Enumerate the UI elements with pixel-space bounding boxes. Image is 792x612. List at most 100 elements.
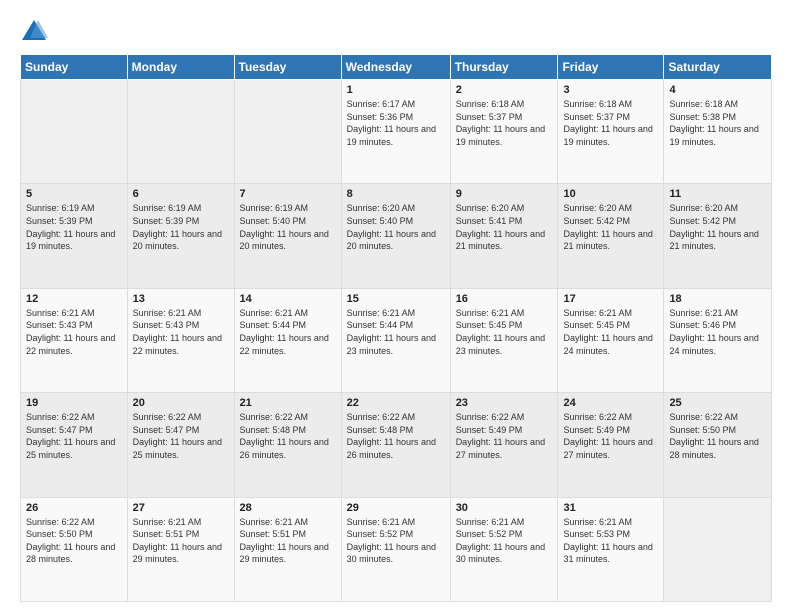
day-cell: 6Sunrise: 6:19 AMSunset: 5:39 PMDaylight… — [127, 184, 234, 288]
day-info: Sunrise: 6:21 AMSunset: 5:51 PMDaylight:… — [133, 516, 229, 566]
day-info: Sunrise: 6:21 AMSunset: 5:53 PMDaylight:… — [563, 516, 658, 566]
day-cell — [127, 80, 234, 184]
day-cell: 10 Sunrise: 6:20 AMSunset: 5:42 PMDayligh… — [558, 184, 664, 288]
day-info: Sunrise: 6:21 AMSunset: 5:45 PMDaylight:… — [456, 307, 553, 357]
day-cell: 17 Sunrise: 6:21 AMSunset: 5:45 PMDayligh… — [558, 288, 664, 392]
day-cell: 13Sunrise: 6:21 AMSunset: 5:43 PMDayligh… — [127, 288, 234, 392]
day-number: 27 — [133, 502, 229, 514]
day-cell: 28Sunrise: 6:21 AMSunset: 5:51 PMDayligh… — [234, 497, 341, 601]
day-number: 31 — [563, 502, 658, 514]
weekday-header-tuesday: Tuesday — [234, 55, 341, 80]
day-cell: 7 Sunrise: 6:19 AMSunset: 5:40 PMDaylight… — [234, 184, 341, 288]
page: SundayMondayTuesdayWednesdayThursdayFrid… — [0, 0, 792, 612]
day-cell: 24 Sunrise: 6:22 AMSunset: 5:49 PMDayligh… — [558, 393, 664, 497]
logo — [20, 16, 50, 44]
day-info: Sunrise: 6:20 AMSunset: 5:40 PMDaylight:… — [347, 202, 445, 252]
day-info: Sunrise: 6:17 AMSunset: 5:36 PMDaylight:… — [347, 98, 445, 148]
day-number: 26 — [26, 502, 122, 514]
weekday-header-thursday: Thursday — [450, 55, 558, 80]
day-info: Sunrise: 6:22 AMSunset: 5:48 PMDaylight:… — [347, 411, 445, 461]
logo-icon — [20, 16, 48, 44]
weekday-header-wednesday: Wednesday — [341, 55, 450, 80]
day-info: Sunrise: 6:19 AMSunset: 5:40 PMDaylight:… — [240, 202, 336, 252]
day-number: 28 — [240, 502, 336, 514]
day-cell: 19Sunrise: 6:22 AMSunset: 5:47 PMDayligh… — [21, 393, 128, 497]
day-cell: 18 Sunrise: 6:21 AMSunset: 5:46 PMDayligh… — [664, 288, 772, 392]
week-row-4: 26 Sunrise: 6:22 AMSunset: 5:50 PMDayligh… — [21, 497, 772, 601]
day-cell: 12Sunrise: 6:21 AMSunset: 5:43 PMDayligh… — [21, 288, 128, 392]
weekday-header-monday: Monday — [127, 55, 234, 80]
day-number: 29 — [347, 502, 445, 514]
day-number: 17 — [563, 293, 658, 305]
day-cell — [21, 80, 128, 184]
weekday-header-row: SundayMondayTuesdayWednesdayThursdayFrid… — [21, 55, 772, 80]
day-info: Sunrise: 6:22 AMSunset: 5:50 PMDaylight:… — [669, 411, 766, 461]
day-number: 8 — [347, 188, 445, 200]
day-number: 23 — [456, 397, 553, 409]
day-cell — [234, 80, 341, 184]
day-number: 13 — [133, 293, 229, 305]
day-info: Sunrise: 6:22 AMSunset: 5:49 PMDaylight:… — [563, 411, 658, 461]
day-cell: 11 Sunrise: 6:20 AMSunset: 5:42 PMDayligh… — [664, 184, 772, 288]
day-number: 24 — [563, 397, 658, 409]
day-cell: 21Sunrise: 6:22 AMSunset: 5:48 PMDayligh… — [234, 393, 341, 497]
day-info: Sunrise: 6:21 AMSunset: 5:45 PMDaylight:… — [563, 307, 658, 357]
day-number: 11 — [669, 188, 766, 200]
day-info: Sunrise: 6:20 AMSunset: 5:42 PMDaylight:… — [669, 202, 766, 252]
day-cell: 20Sunrise: 6:22 AMSunset: 5:47 PMDayligh… — [127, 393, 234, 497]
day-cell: 22 Sunrise: 6:22 AMSunset: 5:48 PMDayligh… — [341, 393, 450, 497]
day-cell: 29 Sunrise: 6:21 AMSunset: 5:52 PMDayligh… — [341, 497, 450, 601]
day-number: 2 — [456, 84, 553, 96]
day-cell: 2 Sunrise: 6:18 AMSunset: 5:37 PMDaylight… — [450, 80, 558, 184]
day-info: Sunrise: 6:18 AMSunset: 5:37 PMDaylight:… — [563, 98, 658, 148]
day-cell — [664, 497, 772, 601]
week-row-2: 12Sunrise: 6:21 AMSunset: 5:43 PMDayligh… — [21, 288, 772, 392]
day-cell: 27 Sunrise: 6:21 AMSunset: 5:51 PMDayligh… — [127, 497, 234, 601]
day-info: Sunrise: 6:21 AMSunset: 5:46 PMDaylight:… — [669, 307, 766, 357]
day-number: 16 — [456, 293, 553, 305]
day-info: Sunrise: 6:22 AMSunset: 5:50 PMDaylight:… — [26, 516, 122, 566]
header — [20, 16, 772, 44]
weekday-header-sunday: Sunday — [21, 55, 128, 80]
day-cell: 5Sunrise: 6:19 AMSunset: 5:39 PMDaylight… — [21, 184, 128, 288]
day-cell: 31 Sunrise: 6:21 AMSunset: 5:53 PMDayligh… — [558, 497, 664, 601]
day-number: 7 — [240, 188, 336, 200]
day-info: Sunrise: 6:18 AMSunset: 5:38 PMDaylight:… — [669, 98, 766, 148]
day-number: 12 — [26, 293, 122, 305]
day-info: Sunrise: 6:21 AMSunset: 5:44 PMDaylight:… — [240, 307, 336, 357]
day-number: 14 — [240, 293, 336, 305]
day-cell: 3 Sunrise: 6:18 AMSunset: 5:37 PMDaylight… — [558, 80, 664, 184]
day-number: 25 — [669, 397, 766, 409]
week-row-0: 1 Sunrise: 6:17 AMSunset: 5:36 PMDaylight… — [21, 80, 772, 184]
day-cell: 9Sunrise: 6:20 AMSunset: 5:41 PMDaylight… — [450, 184, 558, 288]
day-cell: 1 Sunrise: 6:17 AMSunset: 5:36 PMDaylight… — [341, 80, 450, 184]
day-cell: 30 Sunrise: 6:21 AMSunset: 5:52 PMDayligh… — [450, 497, 558, 601]
day-info: Sunrise: 6:19 AMSunset: 5:39 PMDaylight:… — [26, 202, 122, 252]
day-number: 4 — [669, 84, 766, 96]
day-info: Sunrise: 6:18 AMSunset: 5:37 PMDaylight:… — [456, 98, 553, 148]
day-info: Sunrise: 6:22 AMSunset: 5:47 PMDaylight:… — [26, 411, 122, 461]
day-info: Sunrise: 6:20 AMSunset: 5:42 PMDaylight:… — [563, 202, 658, 252]
day-number: 22 — [347, 397, 445, 409]
day-number: 18 — [669, 293, 766, 305]
weekday-header-saturday: Saturday — [664, 55, 772, 80]
day-number: 1 — [347, 84, 445, 96]
day-info: Sunrise: 6:22 AMSunset: 5:47 PMDaylight:… — [133, 411, 229, 461]
day-cell: 23 Sunrise: 6:22 AMSunset: 5:49 PMDayligh… — [450, 393, 558, 497]
day-cell: 4 Sunrise: 6:18 AMSunset: 5:38 PMDaylight… — [664, 80, 772, 184]
day-cell: 8 Sunrise: 6:20 AMSunset: 5:40 PMDaylight… — [341, 184, 450, 288]
day-cell: 16 Sunrise: 6:21 AMSunset: 5:45 PMDayligh… — [450, 288, 558, 392]
day-info: Sunrise: 6:22 AMSunset: 5:49 PMDaylight:… — [456, 411, 553, 461]
day-number: 30 — [456, 502, 553, 514]
week-row-1: 5Sunrise: 6:19 AMSunset: 5:39 PMDaylight… — [21, 184, 772, 288]
day-info: Sunrise: 6:21 AMSunset: 5:52 PMDaylight:… — [347, 516, 445, 566]
day-info: Sunrise: 6:20 AMSunset: 5:41 PMDaylight:… — [456, 202, 553, 252]
day-cell: 15Sunrise: 6:21 AMSunset: 5:44 PMDayligh… — [341, 288, 450, 392]
week-row-3: 19Sunrise: 6:22 AMSunset: 5:47 PMDayligh… — [21, 393, 772, 497]
day-info: Sunrise: 6:21 AMSunset: 5:52 PMDaylight:… — [456, 516, 553, 566]
weekday-header-friday: Friday — [558, 55, 664, 80]
day-number: 3 — [563, 84, 658, 96]
day-number: 6 — [133, 188, 229, 200]
day-number: 10 — [563, 188, 658, 200]
calendar-table: SundayMondayTuesdayWednesdayThursdayFrid… — [20, 54, 772, 602]
